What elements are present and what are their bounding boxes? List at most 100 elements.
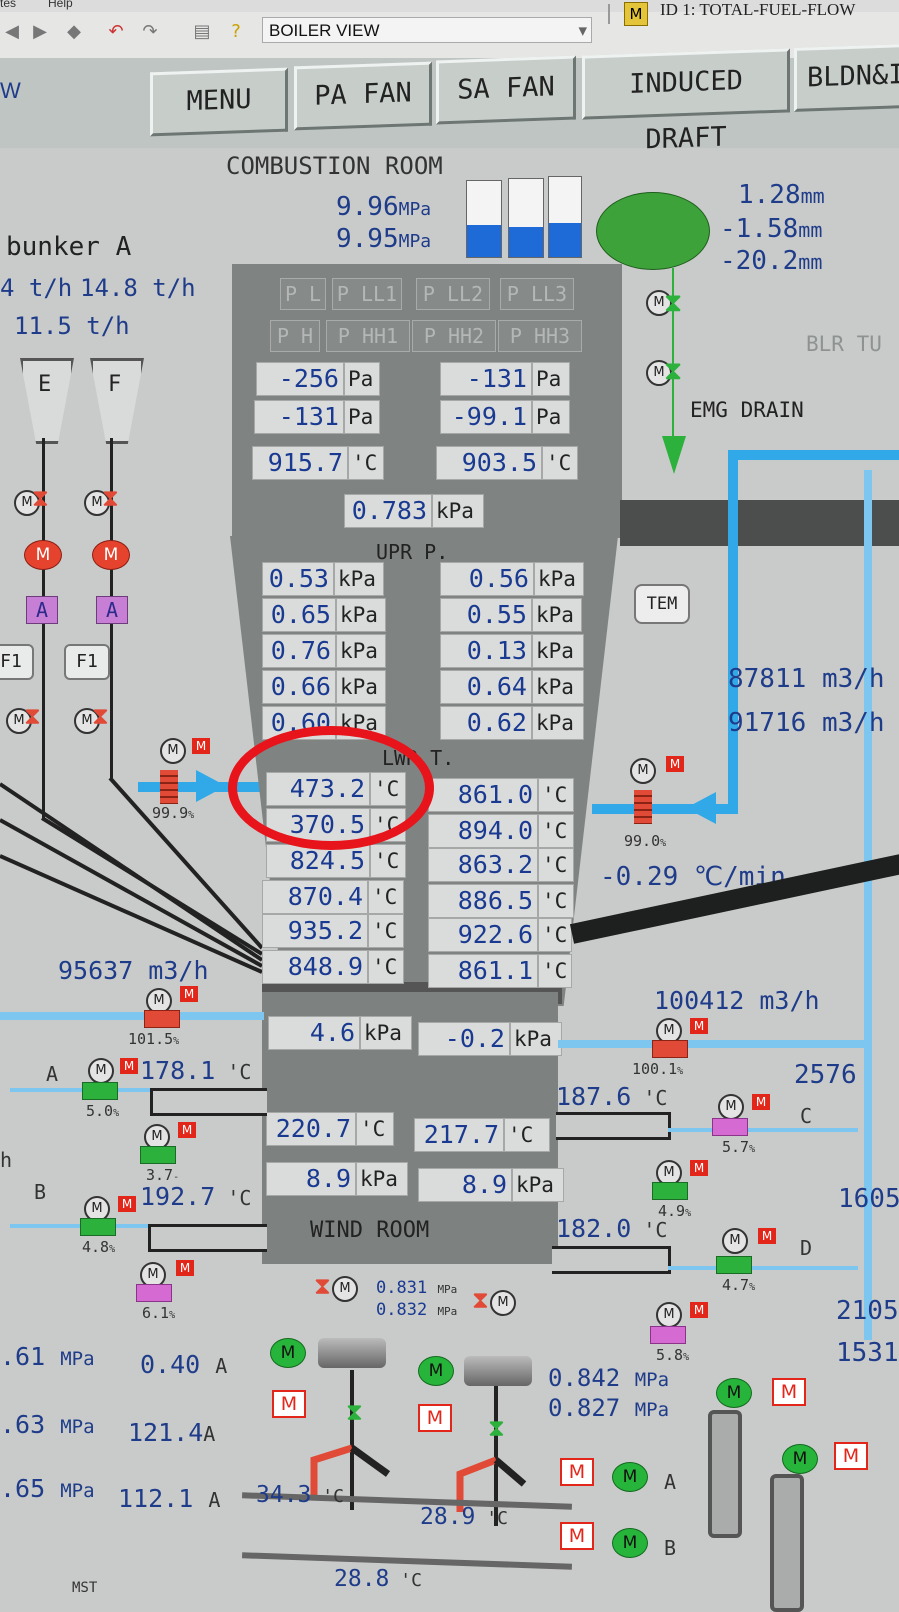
damper-motor-icon[interactable]: M bbox=[718, 1094, 744, 1120]
status-a-button[interactable]: A bbox=[96, 596, 128, 624]
feeder-e-icon[interactable] bbox=[20, 358, 74, 444]
valve-icon[interactable]: ⧗ bbox=[32, 484, 49, 512]
manual-mode-icon[interactable]: M bbox=[178, 1122, 196, 1138]
signal-phh3[interactable]: P HH3 bbox=[498, 320, 582, 352]
forward-icon[interactable]: ▶ bbox=[30, 22, 50, 42]
unit-kpa: kPa bbox=[334, 562, 384, 596]
damper-icon[interactable] bbox=[136, 1284, 172, 1302]
wind-room-pressure: 4.6 bbox=[268, 1016, 360, 1050]
feeder-f-icon[interactable] bbox=[90, 358, 144, 444]
running-motor-icon[interactable]: M bbox=[612, 1462, 648, 1492]
damper-position: 4.7% bbox=[722, 1276, 756, 1294]
damper-motor-icon[interactable]: M bbox=[722, 1228, 748, 1254]
heater-icon[interactable] bbox=[318, 1338, 386, 1368]
upper-pressure-value: 0.76 bbox=[262, 634, 336, 668]
menu-item-help[interactable]: Help bbox=[48, 0, 73, 10]
valve-icon[interactable]: ⧗ bbox=[102, 484, 119, 512]
tem-button[interactable]: TEM bbox=[634, 584, 690, 624]
manual-mode-icon[interactable]: M bbox=[772, 1378, 806, 1406]
running-motor-icon[interactable]: M bbox=[612, 1528, 648, 1558]
valve-motor-icon[interactable]: M bbox=[332, 1276, 358, 1302]
valve-icon[interactable]: ⧗ bbox=[472, 1286, 489, 1314]
view-select[interactable]: BOILER VIEW ▾ bbox=[262, 17, 592, 43]
unit-degc: 'C bbox=[538, 884, 574, 918]
drain-valve-icon[interactable]: ⧗ bbox=[664, 356, 682, 387]
manual-mode-icon[interactable]: M bbox=[272, 1390, 306, 1418]
damper-icon[interactable] bbox=[712, 1118, 748, 1136]
manual-mode-icon[interactable]: M bbox=[666, 756, 684, 772]
heater-icon[interactable] bbox=[464, 1356, 532, 1386]
damper-icon[interactable] bbox=[716, 1256, 752, 1274]
manual-mode-icon[interactable]: M bbox=[120, 1058, 138, 1074]
manual-mode-icon[interactable]: M bbox=[560, 1458, 594, 1486]
damper-icon[interactable] bbox=[652, 1040, 688, 1058]
valve-icon[interactable]: ⧗ bbox=[488, 1414, 505, 1442]
wind-room-label: WIND ROOM bbox=[310, 1218, 430, 1243]
manual-mode-icon[interactable]: M bbox=[192, 738, 210, 754]
motor-icon[interactable]: M bbox=[24, 540, 62, 570]
f1-button[interactable]: F1 bbox=[0, 644, 34, 680]
damper-icon[interactable] bbox=[160, 770, 178, 804]
signal-pll2[interactable]: P LL2 bbox=[416, 278, 490, 310]
signal-pl[interactable]: P L bbox=[280, 278, 326, 310]
unit-pa: Pa bbox=[344, 362, 380, 396]
running-motor-icon[interactable]: M bbox=[782, 1444, 818, 1474]
damper-motor-icon[interactable]: M bbox=[656, 1302, 682, 1328]
signal-phh1[interactable]: P HH1 bbox=[326, 320, 410, 352]
running-motor-icon[interactable]: M bbox=[418, 1356, 454, 1386]
signal-phh2[interactable]: P HH2 bbox=[412, 320, 496, 352]
manual-mode-icon[interactable]: M bbox=[758, 1228, 776, 1244]
damper-motor-icon[interactable]: M bbox=[630, 758, 656, 784]
manual-mode-icon[interactable]: M bbox=[176, 1260, 194, 1276]
combustion-room-title: COMBUSTION ROOM bbox=[226, 152, 443, 180]
undo-icon[interactable]: ↶ bbox=[106, 22, 126, 42]
manual-mode-icon[interactable]: M bbox=[690, 1160, 708, 1176]
manual-mode-icon[interactable]: M bbox=[690, 1018, 708, 1034]
induced-draft-button[interactable]: INDUCED DRAFT bbox=[582, 48, 790, 155]
valve-icon[interactable]: ⧗ bbox=[346, 1398, 363, 1426]
damper-icon[interactable] bbox=[634, 790, 652, 824]
damper-icon[interactable] bbox=[140, 1146, 176, 1164]
damper-icon[interactable] bbox=[650, 1326, 686, 1344]
print-icon[interactable]: ▤ bbox=[192, 22, 212, 42]
manual-mode-icon[interactable]: M bbox=[418, 1404, 452, 1432]
trend-icon[interactable]: M bbox=[624, 2, 648, 26]
manual-mode-icon[interactable]: M bbox=[752, 1094, 770, 1110]
manual-mode-icon[interactable]: M bbox=[834, 1442, 868, 1470]
signal-ph[interactable]: P H bbox=[270, 320, 320, 352]
manual-mode-icon[interactable]: M bbox=[560, 1522, 594, 1550]
manual-mode-icon[interactable]: M bbox=[118, 1196, 136, 1212]
drum-icon[interactable] bbox=[596, 192, 710, 270]
damper-icon[interactable] bbox=[80, 1218, 116, 1236]
damper-motor-icon[interactable]: M bbox=[160, 738, 186, 764]
motor-icon[interactable]: M bbox=[92, 540, 130, 570]
sa-fan-button[interactable]: SA FAN bbox=[436, 55, 576, 125]
valve-icon[interactable]: ⧗ bbox=[24, 702, 41, 730]
drain-valve-icon[interactable]: ⧗ bbox=[664, 288, 682, 319]
back-icon[interactable]: ◀ bbox=[2, 22, 22, 42]
valve-motor-icon[interactable]: M bbox=[490, 1290, 516, 1316]
valve-icon[interactable]: ⧗ bbox=[92, 702, 109, 730]
manual-mode-icon[interactable]: M bbox=[180, 986, 198, 1002]
manual-mode-icon[interactable]: M bbox=[690, 1302, 708, 1318]
bldn-button[interactable]: BLDN&I bbox=[794, 44, 899, 112]
redo-icon[interactable]: ↷ bbox=[140, 22, 160, 42]
signal-pll3[interactable]: P LL3 bbox=[500, 278, 574, 310]
unit-kpa: kPa bbox=[532, 598, 582, 632]
f1-button[interactable]: F1 bbox=[64, 644, 110, 680]
status-a-button[interactable]: A bbox=[26, 596, 58, 624]
help-icon[interactable]: ? bbox=[226, 22, 246, 42]
valve-icon[interactable]: ⧗ bbox=[314, 1272, 331, 1300]
damper-icon[interactable] bbox=[652, 1182, 688, 1200]
menu-button[interactable]: MENU bbox=[150, 67, 288, 137]
running-motor-icon[interactable]: M bbox=[716, 1378, 752, 1408]
damper-icon[interactable] bbox=[144, 1010, 180, 1028]
running-motor-icon[interactable]: M bbox=[270, 1338, 306, 1368]
menu-item-tes[interactable]: tes bbox=[0, 0, 16, 10]
unit-degc: 'C bbox=[504, 1118, 550, 1152]
home-icon[interactable]: ◆ bbox=[64, 22, 84, 42]
signal-pll1[interactable]: P LL1 bbox=[332, 278, 402, 310]
damper-icon[interactable] bbox=[82, 1082, 118, 1100]
damper-motor-icon[interactable]: M bbox=[88, 1058, 114, 1084]
pa-fan-button[interactable]: PA FAN bbox=[294, 61, 432, 131]
